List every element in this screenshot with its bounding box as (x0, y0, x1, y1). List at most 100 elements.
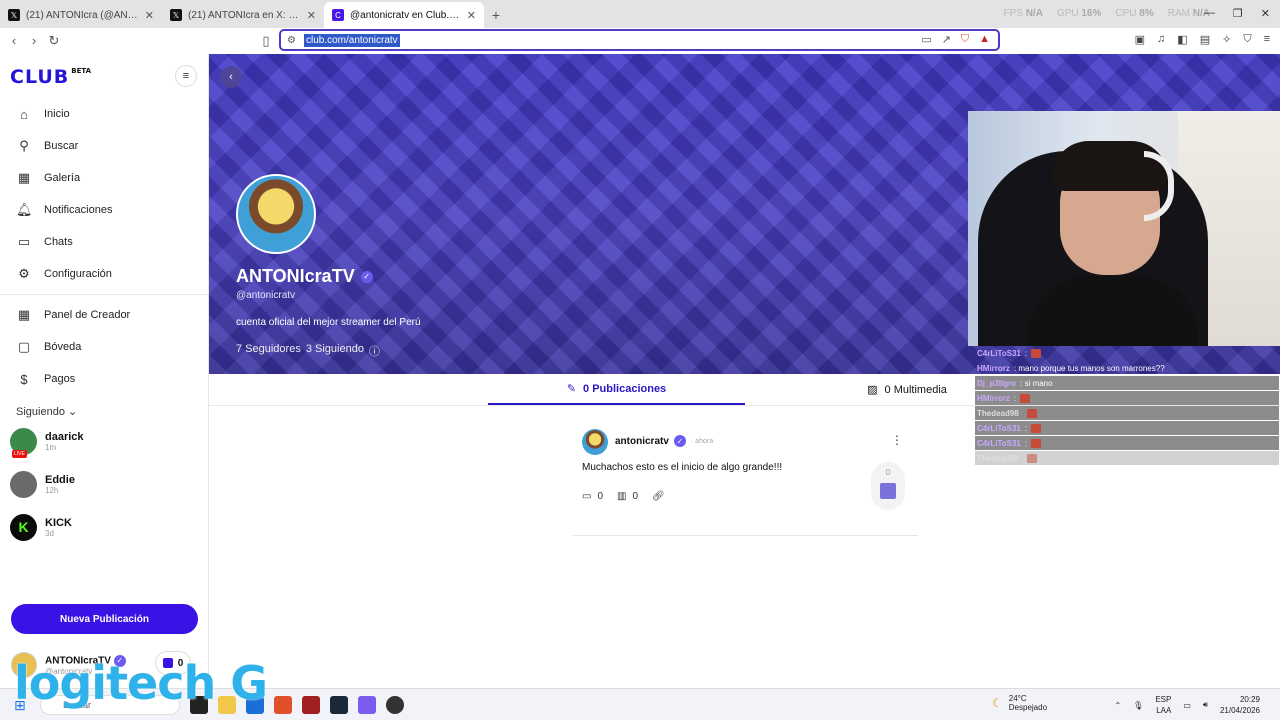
tab-multimedia[interactable]: ▨ 0 Multimedia (827, 374, 987, 405)
streamer-body (1028, 276, 1198, 346)
close-icon[interactable]: ✕ (145, 9, 154, 22)
gallery-icon: ▦ (17, 170, 31, 185)
share-link-button[interactable]: 🔗︎ (652, 491, 665, 502)
chat-line: Thedead98 (975, 407, 1037, 420)
rewards-icon[interactable]: ▲ (979, 33, 990, 46)
bar-chart-icon: ▥ (617, 491, 627, 502)
nav-configuracion[interactable]: ⚙ Configuración (0, 258, 208, 290)
vote-count: 0 (885, 468, 891, 477)
profile-handle: @antonicratv (236, 290, 296, 301)
chat-line: C4rLiToS31: (975, 347, 1042, 360)
following-count[interactable]: 3 Siguiendo (306, 343, 364, 359)
following-item-kick[interactable]: K KICK 3d (10, 510, 72, 544)
new-post-button[interactable]: Nueva Publicación (11, 604, 198, 634)
verified-icon: ✓ (360, 270, 373, 283)
brave-icon[interactable] (274, 696, 292, 714)
nav-galeria[interactable]: ▦ Galería (0, 162, 208, 194)
panel-icon[interactable]: ◧ (1177, 33, 1187, 46)
avatar: LIVE (10, 427, 37, 458)
wallet-icon[interactable]: ▤ (1200, 33, 1210, 46)
network-icon[interactable]: ▭ (1183, 701, 1191, 710)
emote-icon (1031, 424, 1042, 433)
post-author[interactable]: antonicratv ✓ · ahora (615, 435, 713, 447)
browser-tab-3[interactable]: C @antonicratv en Club.com ✕ (324, 2, 484, 28)
dollar-icon: $ (20, 371, 28, 387)
new-tab-button[interactable]: + (484, 2, 508, 28)
chat-icon: ▭ (17, 234, 31, 249)
nav-buscar[interactable]: ⚲ Buscar (0, 130, 208, 162)
logitech-watermark: logitech G (14, 656, 268, 710)
language-indicator[interactable]: ESP LAA (1155, 694, 1171, 716)
following-item-daarick[interactable]: LIVE daarick 1m (10, 424, 84, 458)
back-icon[interactable]: ‹ (220, 66, 242, 88)
views-stat: ▥ 0 (617, 491, 639, 502)
nav-notificaciones[interactable]: 🔔︎ Notificaciones (0, 194, 208, 226)
system-stats: FPS N/A GPU 16% CPU 8% RAM N/A (1003, 8, 1210, 19)
app-icon[interactable] (302, 696, 320, 714)
close-icon[interactable]: ✕ (467, 9, 476, 22)
mic-icon[interactable]: 🎙︎ (1133, 701, 1143, 710)
close-icon[interactable]: ✕ (307, 9, 316, 22)
gear-icon: ⚙ (18, 266, 30, 281)
following-toggle[interactable]: Siguiendo ⌄ (16, 405, 77, 418)
club-logo[interactable]: CLUB BETA (10, 66, 91, 88)
sidebar: CLUB BETA ≡ ⌂ Inicio ⚲ Buscar ▦ Galería 🔔︎ No… (0, 54, 209, 688)
post-actions: ▭ 0 ▥ 0 🔗︎ (582, 491, 665, 502)
tab-title: @antonicratv en Club.com (350, 9, 461, 21)
close-window-icon[interactable]: ✕ (1261, 7, 1270, 20)
moon-icon: ☾ (992, 696, 1003, 710)
x-logo-icon: 𝕏 (8, 9, 20, 21)
back-icon[interactable]: ‹ (4, 33, 24, 48)
bell-icon: 🔔︎ (16, 202, 33, 217)
menu-icon[interactable]: ≡ (1264, 33, 1270, 46)
vpn-icon[interactable]: ⛉ (1243, 33, 1251, 46)
reload-icon[interactable]: ↻ (44, 33, 64, 49)
url-text[interactable]: club.com/antonicratv (303, 33, 400, 47)
obs-icon[interactable] (386, 696, 404, 714)
club-logo-icon: C (332, 9, 344, 21)
emote-icon (1026, 454, 1037, 463)
url-field[interactable]: ⚙ club.com/antonicratv ▭ ↗ ⛉ ▲ (279, 29, 1000, 51)
nav-pagos[interactable]: $ Pagos (0, 363, 208, 395)
brave-shield-icon[interactable]: ⛉ (961, 33, 969, 46)
leo-icon[interactable]: ✧ (1222, 33, 1231, 46)
steam-icon[interactable] (330, 696, 348, 714)
clock[interactable]: 20:29 21/04/2026 (1220, 694, 1260, 716)
browser-tab-1[interactable]: 𝕏 (21) ANTONIcra (@AN7HONY1811) / X ✕ (0, 2, 162, 28)
site-settings-icon[interactable]: ⚙ (287, 35, 296, 46)
live-badge: LIVE (12, 449, 27, 458)
profile-bio: cuenta oficial del mejor streamer del Pe… (236, 317, 421, 328)
hamburger-icon[interactable]: ≡ (175, 65, 197, 87)
cast-icon[interactable]: ▭ (921, 33, 931, 46)
nav-chats[interactable]: ▭ Chats (0, 226, 208, 258)
discord-icon[interactable] (358, 696, 376, 714)
browser-tab-2[interactable]: 𝕏 (21) ANTONIcra en X: "Muchachos esto e… (162, 2, 324, 28)
sidebar-toggle-icon[interactable]: ▣ (1135, 33, 1145, 46)
browser-toolbar-icons: ▣ ♫ ◧ ▤ ✧ ⛉ ≡ (1135, 33, 1270, 46)
x-logo-icon: 𝕏 (170, 9, 182, 21)
tab-publicaciones[interactable]: ✎ 0 Publicaciones (488, 374, 745, 405)
share-icon[interactable]: ↗ (942, 33, 951, 46)
weather-widget[interactable]: ☾ 24°C Despejado (992, 694, 1047, 712)
club-coin-icon[interactable] (880, 483, 896, 499)
forward-icon[interactable]: › (24, 33, 44, 48)
following-item-eddie[interactable]: Eddie 12h (10, 467, 75, 501)
media-icon[interactable]: ♫ (1157, 33, 1165, 46)
nav-boveda[interactable]: ▢ Bóveda (0, 331, 208, 363)
maximize-icon[interactable]: ❐ (1233, 7, 1243, 20)
nav-inicio[interactable]: ⌂ Inicio (0, 98, 208, 130)
followers-count[interactable]: 7 Seguidores (236, 343, 301, 359)
chevron-up-icon[interactable]: ⌃ (1114, 701, 1121, 710)
info-icon[interactable]: ⓘ (369, 343, 380, 359)
profile-avatar[interactable] (236, 174, 316, 254)
main-nav: ⌂ Inicio ⚲ Buscar ▦ Galería 🔔︎ Notificacione… (0, 98, 208, 395)
minimize-icon[interactable]: — (1204, 7, 1215, 20)
vote-widget[interactable]: 0 (871, 462, 905, 510)
avatar[interactable] (582, 429, 608, 455)
volume-icon[interactable]: 🔊︎ (1203, 700, 1208, 710)
comment-button[interactable]: ▭ 0 (582, 491, 603, 502)
chat-line: C4rLiToS31: (975, 437, 1042, 450)
nav-panel-creador[interactable]: ▦ Panel de Creador (0, 299, 208, 331)
more-options-icon[interactable]: ⋮ (891, 433, 903, 447)
bookmark-icon[interactable]: ▯ (256, 33, 276, 49)
